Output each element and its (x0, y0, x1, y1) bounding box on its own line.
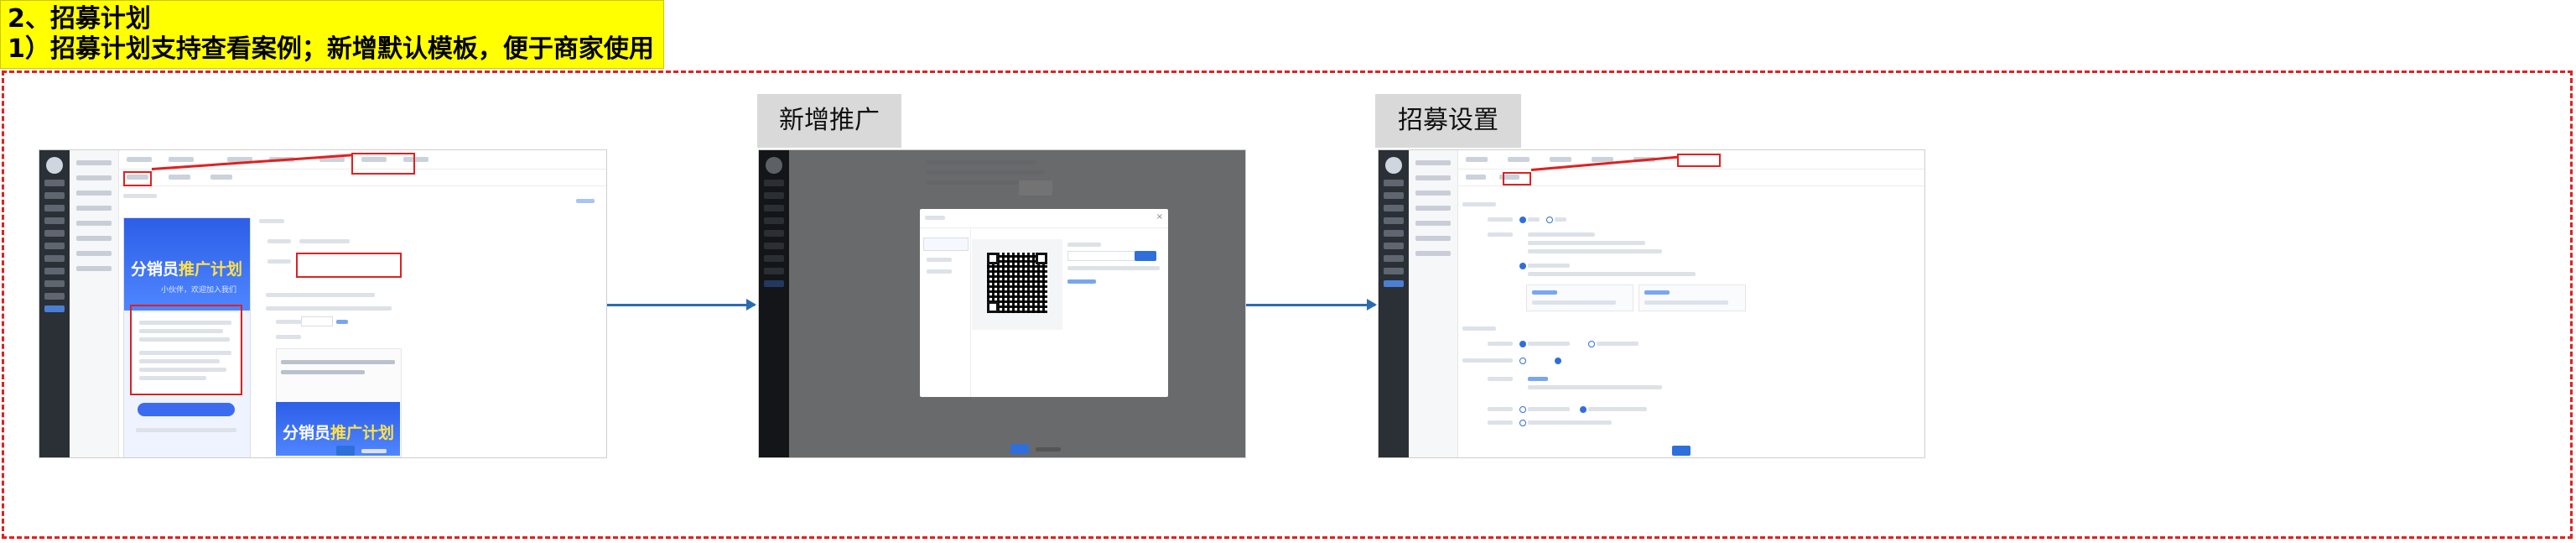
phone-join-button (138, 403, 235, 416)
main-sidebar (39, 150, 70, 457)
highlight-phone-card (130, 305, 242, 395)
editor-banner-title: 分销员推广计划 (283, 424, 395, 442)
step-label-recruit-settings: 招募设置 (1375, 94, 1521, 148)
flow-arrow-2 (1246, 299, 1377, 311)
highlight-subtab (123, 171, 152, 186)
highlight-template-field (296, 253, 402, 278)
main-sidebar-3 (1379, 150, 1409, 457)
qr-code-icon (987, 253, 1047, 313)
save-button[interactable] (336, 446, 355, 456)
template-option-2[interactable] (1639, 285, 1746, 311)
confirm-button[interactable] (1010, 444, 1029, 454)
screenshot-recruit-plan: 分销员推广计划 小伙伴，欢迎加入我们 分销员推广计划 (39, 149, 607, 458)
phone-subtitle: 小伙伴，欢迎加入我们 (161, 286, 237, 295)
template-option-1[interactable] (1526, 285, 1633, 311)
section-title-line2: 1）招募计划支持查看案例；新增默认模板，便于商家使用 (8, 34, 654, 64)
highlight-recruit-settings-tab (1503, 172, 1531, 185)
promo-type-item[interactable] (923, 238, 969, 251)
flow-arrow-1 (607, 299, 756, 311)
screenshot-recruit-settings (1378, 149, 1925, 458)
highlight-tab-recruit-plan-3 (1677, 154, 1721, 167)
copy-link-button[interactable] (1135, 251, 1156, 261)
avatar (46, 157, 63, 174)
step-label-new-promotion: 新增推广 (757, 94, 901, 148)
promotion-modal: × (920, 209, 1168, 397)
sub-sidebar (70, 150, 119, 457)
sub-tabs (118, 169, 606, 186)
screenshot-new-promotion: × (758, 149, 1246, 458)
section-title: 2、招募计划 1）招募计划支持查看案例；新增默认模板，便于商家使用 (0, 0, 664, 69)
close-icon[interactable]: × (1156, 212, 1163, 222)
sub-sidebar-3 (1409, 150, 1458, 457)
save-settings-button[interactable] (1672, 446, 1690, 456)
section-title-line1: 2、招募计划 (8, 4, 151, 34)
phone-title: 分销员推广计划 (131, 260, 243, 279)
